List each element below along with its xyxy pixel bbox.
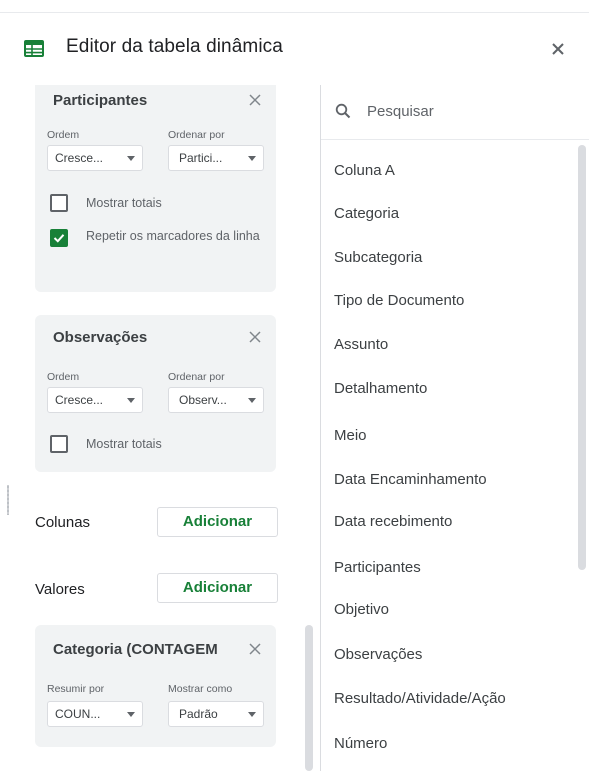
add-value-button[interactable]: Adicionar <box>157 573 278 603</box>
field-item[interactable]: Participantes <box>334 559 421 576</box>
drag-handle-icon[interactable] <box>7 485 9 515</box>
sort-by-select[interactable]: Partici... <box>168 145 264 171</box>
sheets-table-icon <box>24 40 44 57</box>
field-list-panel: Coluna A Categoria Subcategoria Tipo de … <box>321 85 589 771</box>
remove-field-icon[interactable] <box>248 330 262 344</box>
field-item[interactable]: Subcategoria <box>334 249 422 266</box>
sort-by-label: Ordenar por <box>168 371 225 383</box>
pivot-config-panel[interactable]: Participantes Ordem Ordenar por Cresce..… <box>0 85 320 771</box>
card-title: Observações <box>53 329 148 346</box>
value-field-card: Categoria (CONTAGEM Resumir por Mostrar … <box>35 625 276 747</box>
values-section-label: Valores <box>35 581 85 598</box>
field-item[interactable]: Detalhamento <box>334 380 427 397</box>
field-item[interactable]: Assunto <box>334 336 388 353</box>
card-title: Participantes <box>53 92 148 109</box>
chevron-down-icon <box>248 712 256 717</box>
row-field-card-observacoes: Observações Ordem Ordenar por Cresce... … <box>35 315 276 472</box>
field-list-scrollbar[interactable] <box>578 145 586 570</box>
field-item[interactable]: Coluna A <box>334 162 395 179</box>
remove-field-icon[interactable] <box>248 93 262 107</box>
add-column-button[interactable]: Adicionar <box>157 507 278 537</box>
chevron-down-icon <box>248 398 256 403</box>
order-label: Ordem <box>47 371 80 383</box>
search-separator <box>321 139 589 140</box>
field-item[interactable]: Observações <box>334 646 422 663</box>
chevron-down-icon <box>127 156 135 161</box>
card-title: Categoria (CONTAGEM <box>53 641 218 658</box>
chevron-down-icon <box>127 398 135 403</box>
row-field-card-participantes: Participantes Ordem Ordenar por Cresce..… <box>35 85 276 292</box>
editor-header: Editor da tabela dinâmica <box>0 13 589 85</box>
show-as-select[interactable]: Padrão <box>168 701 264 727</box>
order-label: Ordem <box>47 129 80 141</box>
show-totals-checkbox[interactable] <box>50 435 68 453</box>
show-as-label: Mostrar como <box>168 683 233 695</box>
sort-by-select[interactable]: Observ... <box>168 387 264 413</box>
search-icon <box>335 103 351 119</box>
panel-title: Editor da tabela dinâmica <box>66 36 283 57</box>
chevron-down-icon <box>248 156 256 161</box>
chevron-down-icon <box>127 712 135 717</box>
field-item[interactable]: Número <box>334 735 387 752</box>
show-totals-label: Mostrar totais <box>86 437 162 451</box>
field-item[interactable]: Data Encaminhamento <box>334 471 487 488</box>
field-item[interactable]: Resultado/Atividade/Ação <box>334 690 506 707</box>
field-item[interactable]: Categoria <box>334 205 399 222</box>
field-item[interactable]: Meio <box>334 427 367 444</box>
remove-field-icon[interactable] <box>248 642 262 656</box>
order-select[interactable]: Cresce... <box>47 145 143 171</box>
field-item[interactable]: Objetivo <box>334 601 389 618</box>
show-totals-label: Mostrar totais <box>86 196 162 210</box>
repeat-labels-label: Repetir os marcadores da linha <box>86 229 260 243</box>
summarize-label: Resumir por <box>47 683 105 695</box>
summarize-select[interactable]: COUN... <box>47 701 143 727</box>
field-search-input[interactable] <box>367 97 567 125</box>
left-panel-scrollbar[interactable] <box>305 625 313 771</box>
show-totals-checkbox[interactable] <box>50 194 68 212</box>
columns-section-label: Colunas <box>35 514 91 531</box>
field-item[interactable]: Tipo de Documento <box>334 292 464 309</box>
order-select[interactable]: Cresce... <box>47 387 143 413</box>
sort-by-label: Ordenar por <box>168 129 225 141</box>
field-item[interactable]: Data recebimento <box>334 513 452 530</box>
close-icon[interactable] <box>548 39 568 59</box>
